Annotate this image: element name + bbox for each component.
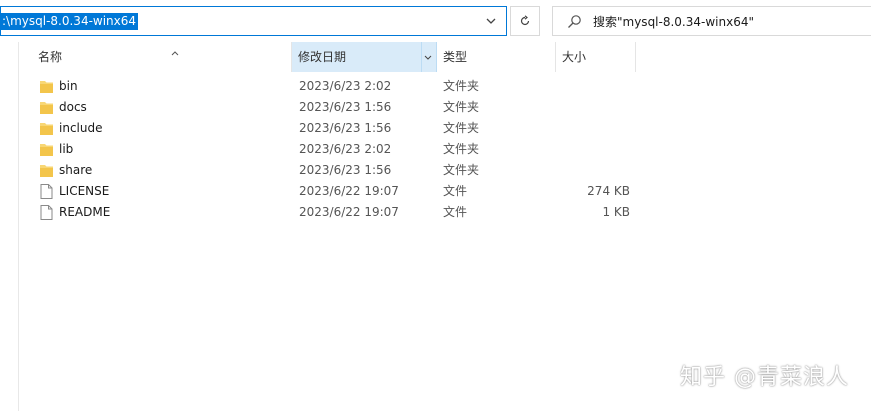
- file-size: [558, 139, 630, 160]
- file-list: bin 2023/6/23 2:02 文件夹 docs 2023/6/23 1:…: [18, 76, 871, 223]
- file-row[interactable]: LICENSE 2023/6/22 19:07 文件 274 KB: [18, 181, 871, 202]
- file-date: 2023/6/23 1:56: [299, 100, 392, 114]
- file-icon: [40, 184, 53, 199]
- file-row[interactable]: include 2023/6/23 1:56 文件夹: [18, 118, 871, 139]
- folder-icon: [40, 165, 53, 177]
- chevron-down-icon[interactable]: [421, 42, 434, 72]
- file-name: docs: [59, 100, 87, 114]
- column-header-name-label: 名称: [38, 50, 63, 64]
- column-headers: 名称 修改日期 类型 大小: [18, 42, 871, 72]
- file-size: [558, 118, 630, 139]
- file-type: 文件: [443, 205, 468, 219]
- file-row[interactable]: README 2023/6/22 19:07 文件 1 KB: [18, 202, 871, 223]
- column-header-name[interactable]: 名称: [32, 42, 292, 72]
- file-row[interactable]: docs 2023/6/23 1:56 文件夹: [18, 97, 871, 118]
- file-type: 文件夹: [443, 121, 480, 135]
- column-header-type-label: 类型: [443, 50, 468, 64]
- file-name: share: [59, 163, 93, 177]
- folder-icon: [40, 123, 53, 135]
- address-path[interactable]: :\mysql-8.0.34-winx64: [1, 13, 139, 30]
- folder-icon: [40, 81, 53, 93]
- file-type: 文件夹: [443, 100, 480, 114]
- search-input[interactable]: 搜索"mysql-8.0.34-winx64": [593, 14, 754, 30]
- search-icon: [568, 15, 581, 28]
- file-type: 文件夹: [443, 142, 480, 156]
- sort-up-icon: [171, 39, 179, 69]
- file-icon: [40, 205, 53, 220]
- address-bar[interactable]: :\mysql-8.0.34-winx64: [0, 6, 507, 36]
- chevron-down-icon[interactable]: [484, 14, 498, 28]
- file-date: 2023/6/23 2:02: [299, 79, 392, 93]
- file-type: 文件: [443, 184, 468, 198]
- search-box[interactable]: 搜索"mysql-8.0.34-winx64": [552, 6, 871, 36]
- address-toolbar: :\mysql-8.0.34-winx64 搜索"mysql-8.0.34-wi…: [0, 0, 871, 42]
- refresh-button[interactable]: [510, 6, 540, 36]
- file-size: [558, 160, 630, 181]
- navigation-pane-edge: [0, 42, 19, 411]
- column-header-date-label: 修改日期: [298, 50, 347, 64]
- file-name: LICENSE: [59, 184, 110, 198]
- file-date: 2023/6/23 2:02: [299, 142, 392, 156]
- column-header-type[interactable]: 类型: [437, 42, 556, 72]
- file-type: 文件夹: [443, 79, 480, 93]
- file-row[interactable]: lib 2023/6/23 2:02 文件夹: [18, 139, 871, 160]
- file-size: 274 KB: [587, 184, 630, 198]
- file-name: lib: [59, 142, 74, 156]
- file-size: [558, 76, 630, 97]
- file-row[interactable]: bin 2023/6/23 2:02 文件夹: [18, 76, 871, 97]
- file-size: [558, 97, 630, 118]
- file-type: 文件夹: [443, 163, 480, 177]
- file-name: README: [59, 205, 111, 219]
- folder-icon: [40, 102, 53, 114]
- file-explorer-window: :\mysql-8.0.34-winx64 搜索"mysql-8.0.34-wi…: [0, 0, 871, 411]
- file-name: include: [59, 121, 103, 135]
- file-name: bin: [59, 79, 78, 93]
- watermark: 知乎 @青菜浪人: [680, 365, 849, 390]
- file-date: 2023/6/23 1:56: [299, 121, 392, 135]
- file-size: 1 KB: [602, 205, 630, 219]
- column-header-date[interactable]: 修改日期: [292, 42, 437, 72]
- column-header-size[interactable]: 大小: [556, 42, 636, 72]
- column-header-size-label: 大小: [562, 50, 587, 64]
- file-date: 2023/6/23 1:56: [299, 163, 392, 177]
- folder-icon: [40, 144, 53, 156]
- refresh-icon: [520, 15, 530, 26]
- file-date: 2023/6/22 19:07: [299, 184, 399, 198]
- file-row[interactable]: share 2023/6/23 1:56 文件夹: [18, 160, 871, 181]
- file-date: 2023/6/22 19:07: [299, 205, 399, 219]
